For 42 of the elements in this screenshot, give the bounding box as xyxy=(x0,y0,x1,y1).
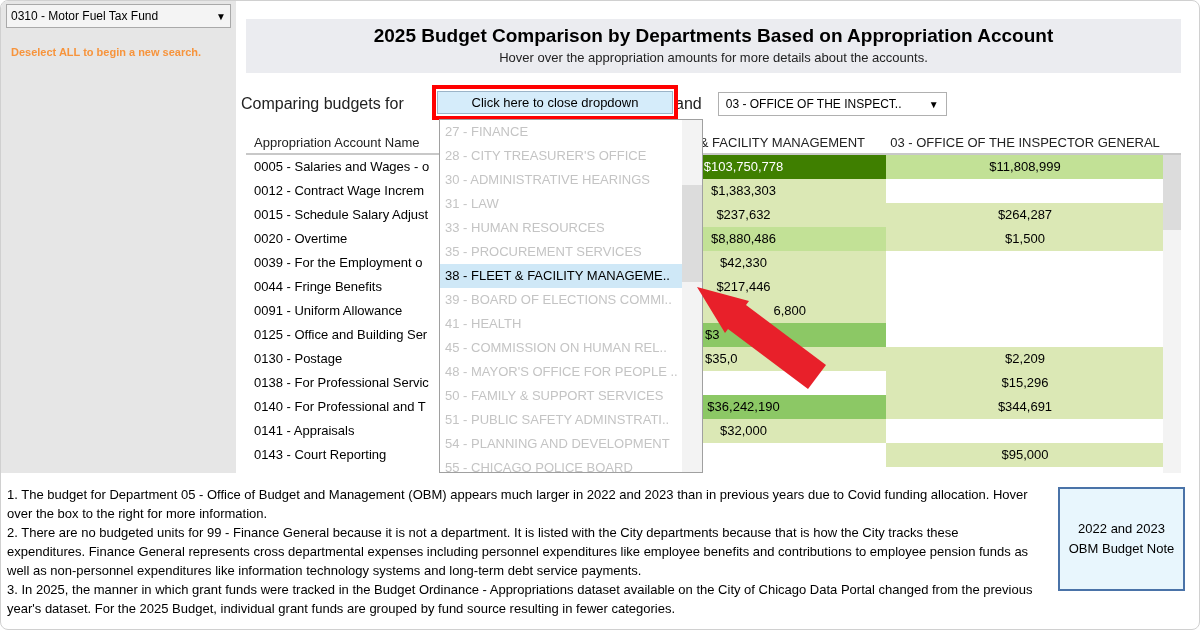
dropdown-item[interactable]: 55 - CHICAGO POLICE BOARD xyxy=(440,456,682,472)
department-select[interactable]: 03 - OFFICE OF THE INSPECT.. ▼ xyxy=(717,92,947,116)
table-cell-text: 0125 - Office and Building Ser xyxy=(254,326,428,345)
note-text: 2. There are no budgeted units for 99 - Finance General because it is not a department. It is listed with the City departments because that is how the City tracks these expenditures. Finance General represents cross departmental expenses including personnel expenditures like employee benefits and contributions to employee pension funds as well as non-personnel expenditures like information technology systems and long-term debt service payments. xyxy=(7,524,1030,580)
note-text: 1. The budget for Department 05 - Office of Budget and Management (OBM) appears much larger in 2022 and 2023 than in previous years due to Covid funding allocation. Hover over the box to the right for more information. xyxy=(7,486,1029,523)
scrollbar[interactable] xyxy=(1163,155,1181,473)
table-cell-text: 0091 - Uniform Allowance xyxy=(254,302,403,321)
page-subtitle: Hover over the appropriation amounts for more details about the accounts. xyxy=(499,49,928,68)
close-dropdown-button[interactable]: Click here to close dropdown xyxy=(437,91,673,114)
amount-cell: $11,808,999 xyxy=(886,155,1164,179)
table-cell-text: 0005 - Salaries and Wages - o xyxy=(254,158,430,177)
scrollbar-thumb[interactable] xyxy=(682,185,702,282)
amount-cell: $15,296 xyxy=(886,371,1164,395)
table-cell-text: 0141 - Appraisals xyxy=(254,422,355,441)
compare-label: Comparing budgets for xyxy=(241,94,404,114)
amount-cell: $2,209 xyxy=(886,347,1164,371)
amount-cell: $1,500 xyxy=(886,227,1164,251)
hint-text: Deselect ALL to begin a new search. xyxy=(11,45,203,60)
table-cell-text: 0012 - Contract Wage Increm xyxy=(254,182,425,201)
table-cell-text: 0039 - For the Employment o xyxy=(254,254,423,273)
amount-cell: $344,691 xyxy=(886,395,1164,419)
table-cell-text: 0140 - For Professional and T xyxy=(254,398,426,417)
page-title: 2025 Budget Comparison by Departments Based on Appropriation Account xyxy=(373,24,1054,49)
table-cell-text: 0143 - Court Reporting xyxy=(254,446,387,465)
dropdown-item[interactable]: 38 - FLEET & FACILITY MANAGEME.. xyxy=(440,264,682,288)
amount-cell: $264,287 xyxy=(886,203,1164,227)
scrollbar[interactable] xyxy=(682,120,702,472)
dropdown-item[interactable]: 27 - FINANCE xyxy=(440,120,682,144)
note-text: 3. In 2025, the manner in which grant funds were tracked in the Budget Ordinance - Appropriations dataset available on the City of Chicago Data Portal changed from the previous year's dataset. For the 2025 Budget, individual grant funds are grouped by fund source resulting in fewer categories. xyxy=(7,581,1034,618)
scrollbar-thumb[interactable] xyxy=(1163,155,1181,230)
budget-note-box[interactable]: 2022 and 2023 OBM Budget Note xyxy=(1058,487,1185,591)
column-header: 03 - OFFICE OF THE INSPECTOR GENERAL xyxy=(890,135,1160,151)
fund-select[interactable]: 0310 - Motor Fuel Tax Fund ▼ xyxy=(6,4,231,28)
caret-icon[interactable]: ▼ xyxy=(928,96,939,112)
table-cell-text: 0044 - Fringe Benefits xyxy=(254,278,382,297)
amount-cell: $95,000 xyxy=(886,443,1164,467)
table-cell-text: 0138 - For Professional Servic xyxy=(254,374,429,393)
table-cell-text: 0130 - Postage xyxy=(254,350,343,369)
table-cell-text: 0015 - Schedule Salary Adjust xyxy=(254,206,429,225)
table-cell-text: 0020 - Overtime xyxy=(254,230,348,249)
caret-icon[interactable]: ▼ xyxy=(216,8,226,24)
column-header: Appropriation Account Name xyxy=(254,135,420,151)
